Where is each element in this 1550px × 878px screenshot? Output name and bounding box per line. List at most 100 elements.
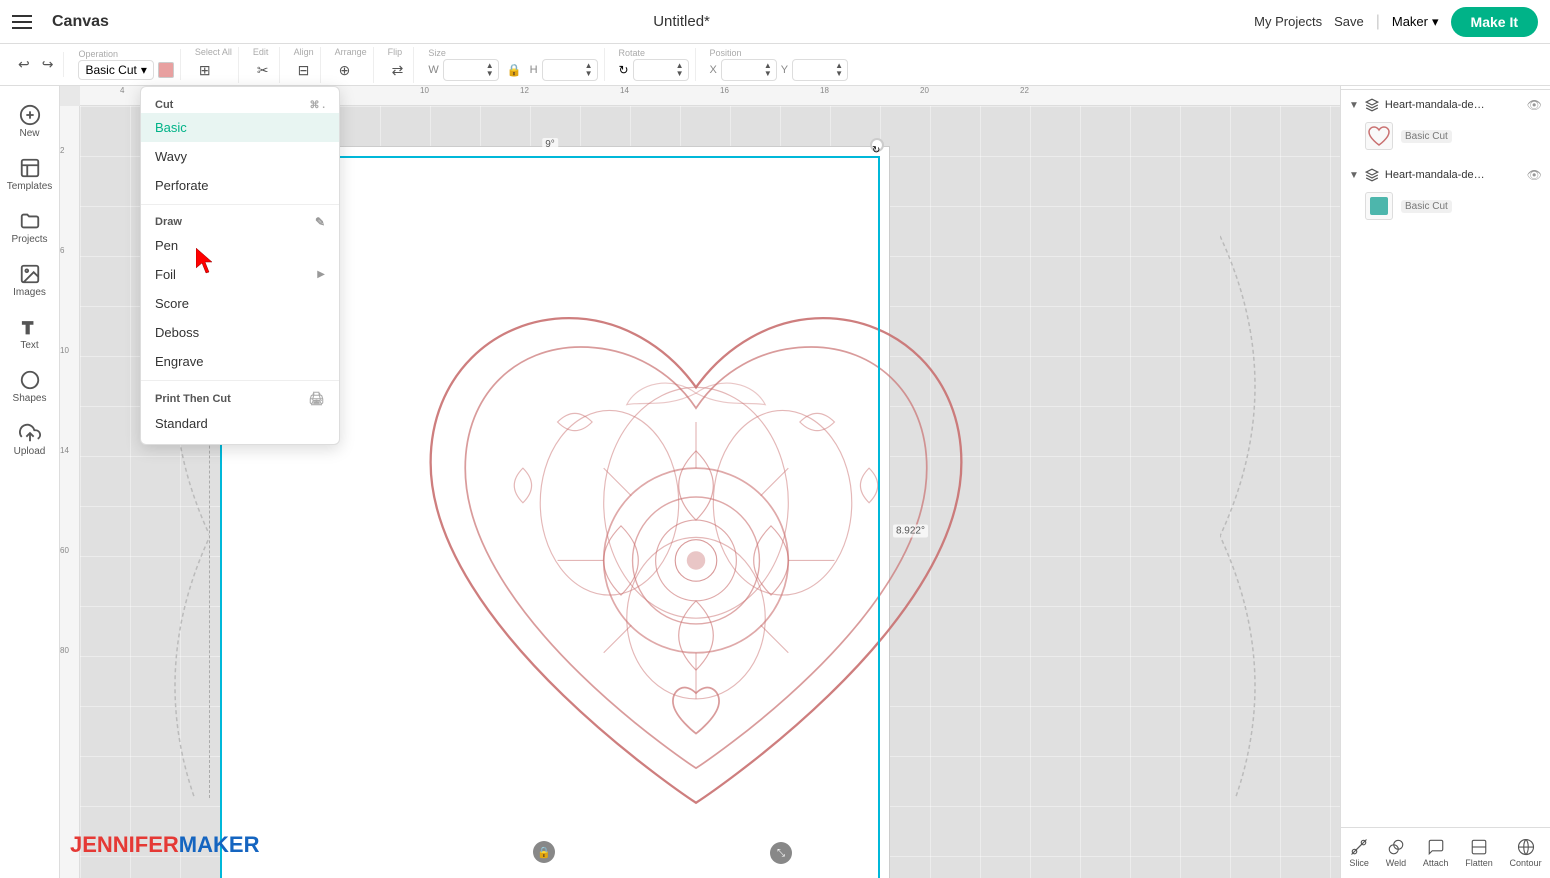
ruler-vertical: 2 6 10 14 60 80 bbox=[60, 106, 80, 878]
sidebar-item-upload[interactable]: Upload bbox=[2, 414, 58, 465]
align-button[interactable]: ⊟ bbox=[294, 58, 314, 83]
sidebar-item-shapes[interactable]: Shapes bbox=[2, 361, 58, 412]
weld-label: Weld bbox=[1386, 858, 1406, 868]
canvas-lock-icon[interactable]: 🔒 bbox=[533, 841, 555, 863]
sidebar-item-new[interactable]: New bbox=[2, 96, 58, 147]
flatten-button[interactable]: Flatten bbox=[1461, 834, 1497, 872]
sidebar-item-projects[interactable]: Projects bbox=[2, 202, 58, 253]
rotate-handle[interactable]: ↻ bbox=[870, 138, 884, 152]
print-icon: 🖨 bbox=[308, 391, 325, 407]
operation-dropdown-trigger[interactable]: Basic Cut ▾ bbox=[78, 60, 153, 80]
sidebar-label-images: Images bbox=[13, 287, 46, 298]
cut-perforate-item[interactable]: Perforate bbox=[141, 171, 339, 200]
cut-wavy-item[interactable]: Wavy bbox=[141, 142, 339, 171]
width-input[interactable]: 9 bbox=[448, 63, 484, 77]
sidebar-label-templates: Templates bbox=[7, 181, 53, 192]
x-label: X bbox=[710, 64, 717, 76]
width-dimension: 9° bbox=[542, 138, 558, 151]
my-projects-link[interactable]: My Projects bbox=[1254, 14, 1322, 29]
size-label: Size bbox=[428, 48, 446, 58]
height-dimension: 8.922° bbox=[893, 525, 928, 538]
cut-basic-item[interactable]: Basic bbox=[141, 113, 339, 142]
draw-foil-item[interactable]: Foil ▶ bbox=[141, 260, 339, 289]
chevron-down-icon: ▼ bbox=[1349, 170, 1359, 181]
position-label: Position bbox=[710, 48, 742, 58]
toolbar: ↩ ↪ Operation Basic Cut ▾ Select All ⊞ E bbox=[0, 44, 1550, 86]
cut-keyboard-shortcut: ⌘ . bbox=[309, 100, 325, 111]
draw-pen-item[interactable]: Pen bbox=[141, 231, 339, 260]
width-down[interactable]: ▼ bbox=[486, 70, 494, 78]
menu-button[interactable] bbox=[12, 15, 32, 29]
sidebar-item-images[interactable]: Images bbox=[2, 255, 58, 306]
page-title: Untitled* bbox=[121, 13, 1242, 30]
draw-score-item[interactable]: Score bbox=[141, 289, 339, 318]
select-all-button[interactable]: ⊞ bbox=[195, 58, 215, 83]
undo-button[interactable]: ↩ bbox=[14, 52, 34, 77]
layer-badge-1: Basic Cut bbox=[1401, 130, 1452, 143]
panel-bottom-actions: Slice Weld Attach Flatten Contour bbox=[1341, 827, 1550, 878]
layer-1-child-1[interactable]: Basic Cut bbox=[1341, 116, 1550, 156]
edit-button[interactable]: ✂ bbox=[253, 58, 273, 83]
contour-button[interactable]: Contour bbox=[1506, 834, 1546, 872]
operation-value: Basic Cut bbox=[85, 63, 136, 77]
flatten-label: Flatten bbox=[1465, 858, 1493, 868]
submenu-arrow-icon: ▶ bbox=[317, 269, 325, 280]
layer-2-child-1[interactable]: Basic Cut bbox=[1341, 186, 1550, 226]
sidebar-label-upload: Upload bbox=[14, 446, 46, 457]
rotate-input[interactable]: 0 bbox=[638, 63, 674, 77]
jennifer-text: JENNIFER bbox=[70, 832, 179, 857]
chevron-down-icon: ▾ bbox=[141, 63, 147, 77]
height-input[interactable]: 8.922 bbox=[547, 63, 583, 77]
arrange-button[interactable]: ⊕ bbox=[335, 58, 355, 83]
height-down[interactable]: ▼ bbox=[585, 70, 593, 78]
print-standard-item[interactable]: Standard bbox=[141, 409, 339, 438]
redo-button[interactable]: ↪ bbox=[38, 52, 58, 77]
layer-1-icon bbox=[1365, 98, 1379, 112]
layer-badge-2: Basic Cut bbox=[1401, 200, 1452, 213]
color-swatch[interactable] bbox=[158, 62, 174, 78]
y-label: Y bbox=[781, 64, 788, 76]
y-input[interactable]: 9.201 bbox=[797, 63, 833, 77]
h-label: H bbox=[530, 64, 538, 76]
x-input[interactable]: 9.254 bbox=[726, 63, 762, 77]
visibility-toggle-1[interactable]: 👁 bbox=[1527, 98, 1542, 112]
layer-2-header[interactable]: ▼ Heart-mandala-decal-jen... 👁 bbox=[1341, 164, 1550, 186]
attach-button[interactable]: Attach bbox=[1419, 834, 1453, 872]
sidebar-label-shapes: Shapes bbox=[13, 393, 47, 404]
layer-group-1: ▼ Heart-mandala-decal-jen... 👁 Basic Cut bbox=[1341, 90, 1550, 160]
sidebar-item-templates[interactable]: Templates bbox=[2, 149, 58, 200]
layer-2-icon bbox=[1365, 168, 1379, 182]
visibility-toggle-2[interactable]: 👁 bbox=[1527, 168, 1542, 182]
draw-engrave-item[interactable]: Engrave bbox=[141, 347, 339, 376]
layer-2-thumb bbox=[1365, 192, 1393, 220]
layer-1-header[interactable]: ▼ Heart-mandala-decal-jen... 👁 bbox=[1341, 94, 1550, 116]
draw-deboss-item[interactable]: Deboss bbox=[141, 318, 339, 347]
attach-label: Attach bbox=[1423, 858, 1449, 868]
x-down[interactable]: ▼ bbox=[764, 70, 772, 78]
draw-edit-icon[interactable]: ✎ bbox=[315, 215, 325, 229]
sidebar-label-text: Text bbox=[20, 340, 38, 351]
flip-label: Flip bbox=[388, 47, 403, 57]
resize-handle-bottom-right[interactable]: ⤡ bbox=[770, 842, 792, 864]
dropdown-divider-2 bbox=[141, 380, 339, 381]
maker-dropdown[interactable]: Maker ▾ bbox=[1392, 14, 1439, 30]
left-sidebar: New Templates Projects Images T Text Sha… bbox=[0, 86, 60, 878]
y-down[interactable]: ▼ bbox=[835, 70, 843, 78]
top-bar: Canvas Untitled* My Projects Save | Make… bbox=[0, 0, 1550, 44]
rotate-down[interactable]: ▼ bbox=[676, 70, 684, 78]
slice-button[interactable]: Slice bbox=[1345, 834, 1373, 872]
lock-ratio-button[interactable]: 🔒 bbox=[503, 59, 526, 81]
right-panel: Layers Color Sync Group UnGroup Duplicat… bbox=[1340, 0, 1550, 878]
jennifer-maker-logo: JENNIFERMAKER bbox=[70, 832, 259, 858]
sidebar-item-text[interactable]: T Text bbox=[2, 308, 58, 359]
select-all-label: Select All bbox=[195, 47, 232, 57]
svg-text:T: T bbox=[22, 319, 32, 337]
save-button[interactable]: Save bbox=[1334, 14, 1364, 29]
layer-group-2: ▼ Heart-mandala-decal-jen... 👁 Basic Cut bbox=[1341, 160, 1550, 230]
cut-guide-right bbox=[1220, 186, 1340, 798]
weld-button[interactable]: Weld bbox=[1382, 834, 1410, 872]
make-it-button[interactable]: Make It bbox=[1451, 7, 1538, 37]
align-label: Align bbox=[294, 47, 314, 57]
flip-button[interactable]: ⇄ bbox=[388, 58, 408, 83]
edit-label: Edit bbox=[253, 47, 269, 57]
